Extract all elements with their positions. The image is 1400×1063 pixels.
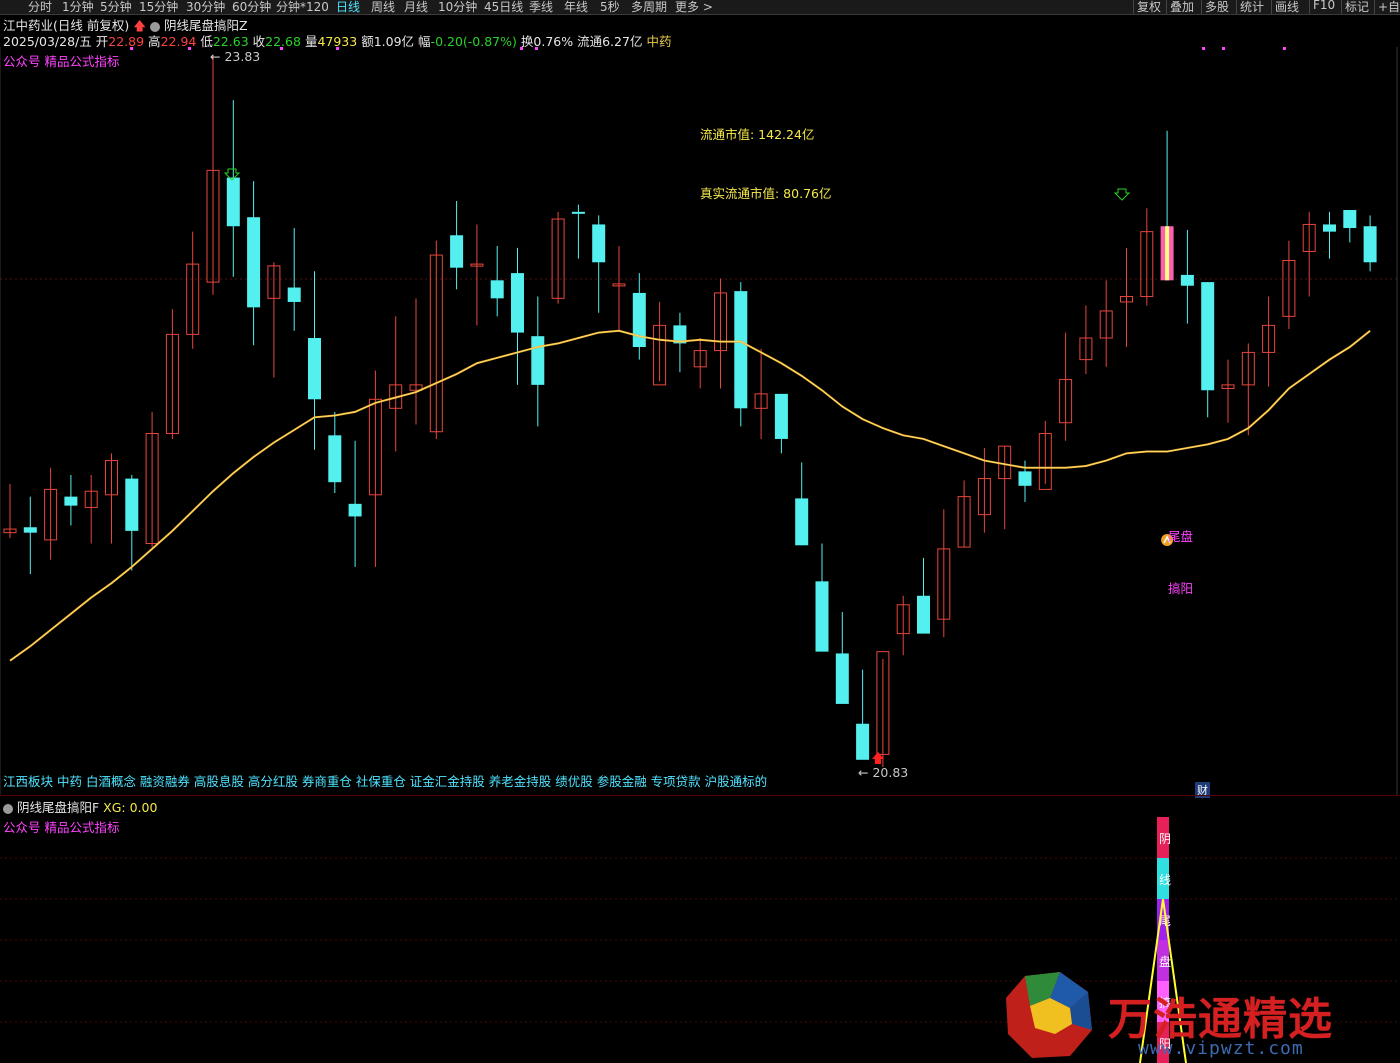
toolbar-item-9[interactable]: 月线 bbox=[404, 0, 428, 14]
panel-divider bbox=[0, 795, 1400, 796]
candle-body-down bbox=[1180, 274, 1194, 286]
toolbar-item-10[interactable]: 10分钟 bbox=[438, 0, 477, 14]
toolbar-right-item-7[interactable]: +自 bbox=[1378, 0, 1400, 14]
moving-average-line bbox=[9, 329, 1371, 662]
candle-body-down bbox=[226, 177, 240, 227]
toolbar-right-item-2[interactable]: 多股 bbox=[1205, 0, 1229, 14]
candle-body-down bbox=[125, 478, 139, 531]
toolbar-item-0[interactable]: 分时 bbox=[28, 0, 52, 14]
toolbar-item-14[interactable]: 5秒 bbox=[600, 0, 620, 14]
low-price-mark: ← 20.83 bbox=[858, 765, 909, 780]
top-marker bbox=[1283, 47, 1286, 50]
toolbar-right-item-5[interactable]: F10 bbox=[1313, 0, 1335, 12]
signal-bar-char: 线 bbox=[1159, 873, 1171, 887]
toolbar-separator bbox=[1341, 0, 1342, 14]
signal-label-bottom: 搞阳 bbox=[1168, 581, 1194, 596]
top-marker bbox=[130, 47, 133, 50]
down-arrow-icon bbox=[1113, 188, 1131, 201]
candle-body-down bbox=[490, 280, 504, 299]
toolbar-item-7[interactable]: 日线 bbox=[336, 0, 360, 14]
candle-body-down bbox=[64, 496, 78, 506]
formula-dropdown-icon[interactable] bbox=[150, 21, 161, 32]
candle-body-down bbox=[632, 292, 646, 348]
watermark-url: www.vipwzt.com bbox=[1138, 1038, 1304, 1059]
toolbar-item-4[interactable]: 30分钟 bbox=[186, 0, 225, 14]
candlestick-chart[interactable] bbox=[0, 47, 1400, 795]
candle-body-down bbox=[815, 581, 829, 652]
toolbar-item-2[interactable]: 5分钟 bbox=[100, 0, 132, 14]
moving-average-highlight bbox=[9, 330, 1371, 661]
candle-body-down bbox=[247, 217, 261, 308]
candle-body-down bbox=[328, 435, 342, 483]
toolbar-item-6[interactable]: 分钟*120 bbox=[276, 0, 329, 14]
top-marker bbox=[280, 47, 283, 50]
concept-tags[interactable]: 江西板块 中药 白酒概念 融资融券 高股息股 高分红股 券商重仓 社保重仓 证金… bbox=[3, 771, 767, 790]
signal-label-top: 尾盘 bbox=[1168, 529, 1194, 544]
top-marker bbox=[188, 47, 191, 50]
toolbar-item-8[interactable]: 周线 bbox=[371, 0, 395, 14]
top-marker bbox=[520, 47, 523, 50]
candle-body-down bbox=[511, 273, 524, 333]
watermark-logo-icon bbox=[1006, 972, 1092, 1058]
toolbar-item-1[interactable]: 1分钟 bbox=[62, 0, 94, 14]
top-marker bbox=[535, 47, 538, 50]
toolbar-item-15[interactable]: 多周期 bbox=[631, 0, 667, 14]
high-price-mark: ← 23.83 bbox=[210, 49, 261, 64]
candle-body-down bbox=[795, 498, 809, 546]
top-marker bbox=[1202, 47, 1205, 50]
toolbar-item-12[interactable]: 季线 bbox=[529, 0, 553, 14]
real-float-cap-label: 真实流通市值: 80.76亿 bbox=[700, 186, 832, 201]
signal-candle-stripe bbox=[1165, 226, 1170, 281]
candle-body-down bbox=[23, 527, 37, 533]
toolbar-right-item-0[interactable]: 复权 bbox=[1137, 0, 1161, 14]
high-price-value: 23.83 bbox=[224, 49, 261, 64]
candle-body-down bbox=[856, 723, 870, 760]
candle-body-down bbox=[774, 393, 788, 439]
signal-bar-char: 阴 bbox=[1159, 832, 1171, 846]
candle-body-down bbox=[1343, 210, 1357, 229]
signal-bar-char: 盘 bbox=[1159, 954, 1171, 969]
toolbar-separator bbox=[1236, 0, 1237, 14]
period-toolbar: 分时 1分钟 5分钟 15分钟 30分钟 60分钟 分钟*120 日线 周线 月线 10分钟 45日线… bbox=[0, 0, 1400, 15]
candle-body-down bbox=[1323, 224, 1336, 232]
low-price-value: 20.83 bbox=[872, 765, 909, 780]
toolbar-item-13[interactable]: 年线 bbox=[564, 0, 588, 14]
toolbar-right-item-1[interactable]: 叠加 bbox=[1170, 0, 1194, 14]
toolbar-item-16[interactable]: 更多 > bbox=[675, 0, 713, 14]
toolbar-item-11[interactable]: 45日线 bbox=[484, 0, 523, 14]
candle-body-down bbox=[1201, 282, 1215, 391]
toolbar-separator bbox=[1201, 0, 1202, 14]
watermark: 万浩通精选 www.vipwzt.com bbox=[1000, 968, 1400, 1063]
float-cap-label: 流通市值: 142.24亿 bbox=[700, 127, 815, 142]
toolbar-separator bbox=[1309, 0, 1310, 14]
up-arrow-icon bbox=[872, 752, 884, 764]
candle-body-down bbox=[734, 291, 748, 409]
candle-body-down bbox=[531, 336, 545, 385]
candle-body-down bbox=[348, 503, 362, 517]
toolbar-item-5[interactable]: 60分钟 bbox=[232, 0, 271, 14]
candle-body-down bbox=[592, 224, 606, 263]
candle-body-down bbox=[450, 235, 464, 268]
candle-body-down bbox=[1363, 226, 1377, 263]
toolbar-separator bbox=[1271, 0, 1272, 14]
candle-body-down bbox=[571, 211, 585, 214]
promo-label: 公众号 精品公式指标 bbox=[3, 54, 120, 69]
toolbar-item-3[interactable]: 15分钟 bbox=[139, 0, 178, 14]
top-marker bbox=[336, 47, 339, 50]
toolbar-right-item-6[interactable]: 标记 bbox=[1345, 0, 1369, 14]
toolbar-separator bbox=[1133, 0, 1134, 14]
toolbar-separator bbox=[1166, 0, 1167, 14]
candle-body-down bbox=[1018, 471, 1032, 486]
candle-body-down bbox=[835, 653, 849, 704]
candle-body-down bbox=[917, 595, 930, 634]
candle-body-down bbox=[308, 337, 321, 400]
quote-info-row: 2025/03/28/五 开22.89 高22.94 低22.63 收22.68… bbox=[3, 31, 671, 49]
toolbar-separator bbox=[1374, 0, 1375, 14]
toolbar-right-item-3[interactable]: 统计 bbox=[1240, 0, 1264, 14]
toolbar-right-item-4[interactable]: 画线 bbox=[1275, 0, 1299, 14]
chart-title-row: 江中药业(日线 前复权) 🡅 阴线尾盘搞阳Z bbox=[3, 15, 248, 33]
top-marker bbox=[1222, 47, 1225, 50]
candle-body-down bbox=[287, 287, 301, 302]
